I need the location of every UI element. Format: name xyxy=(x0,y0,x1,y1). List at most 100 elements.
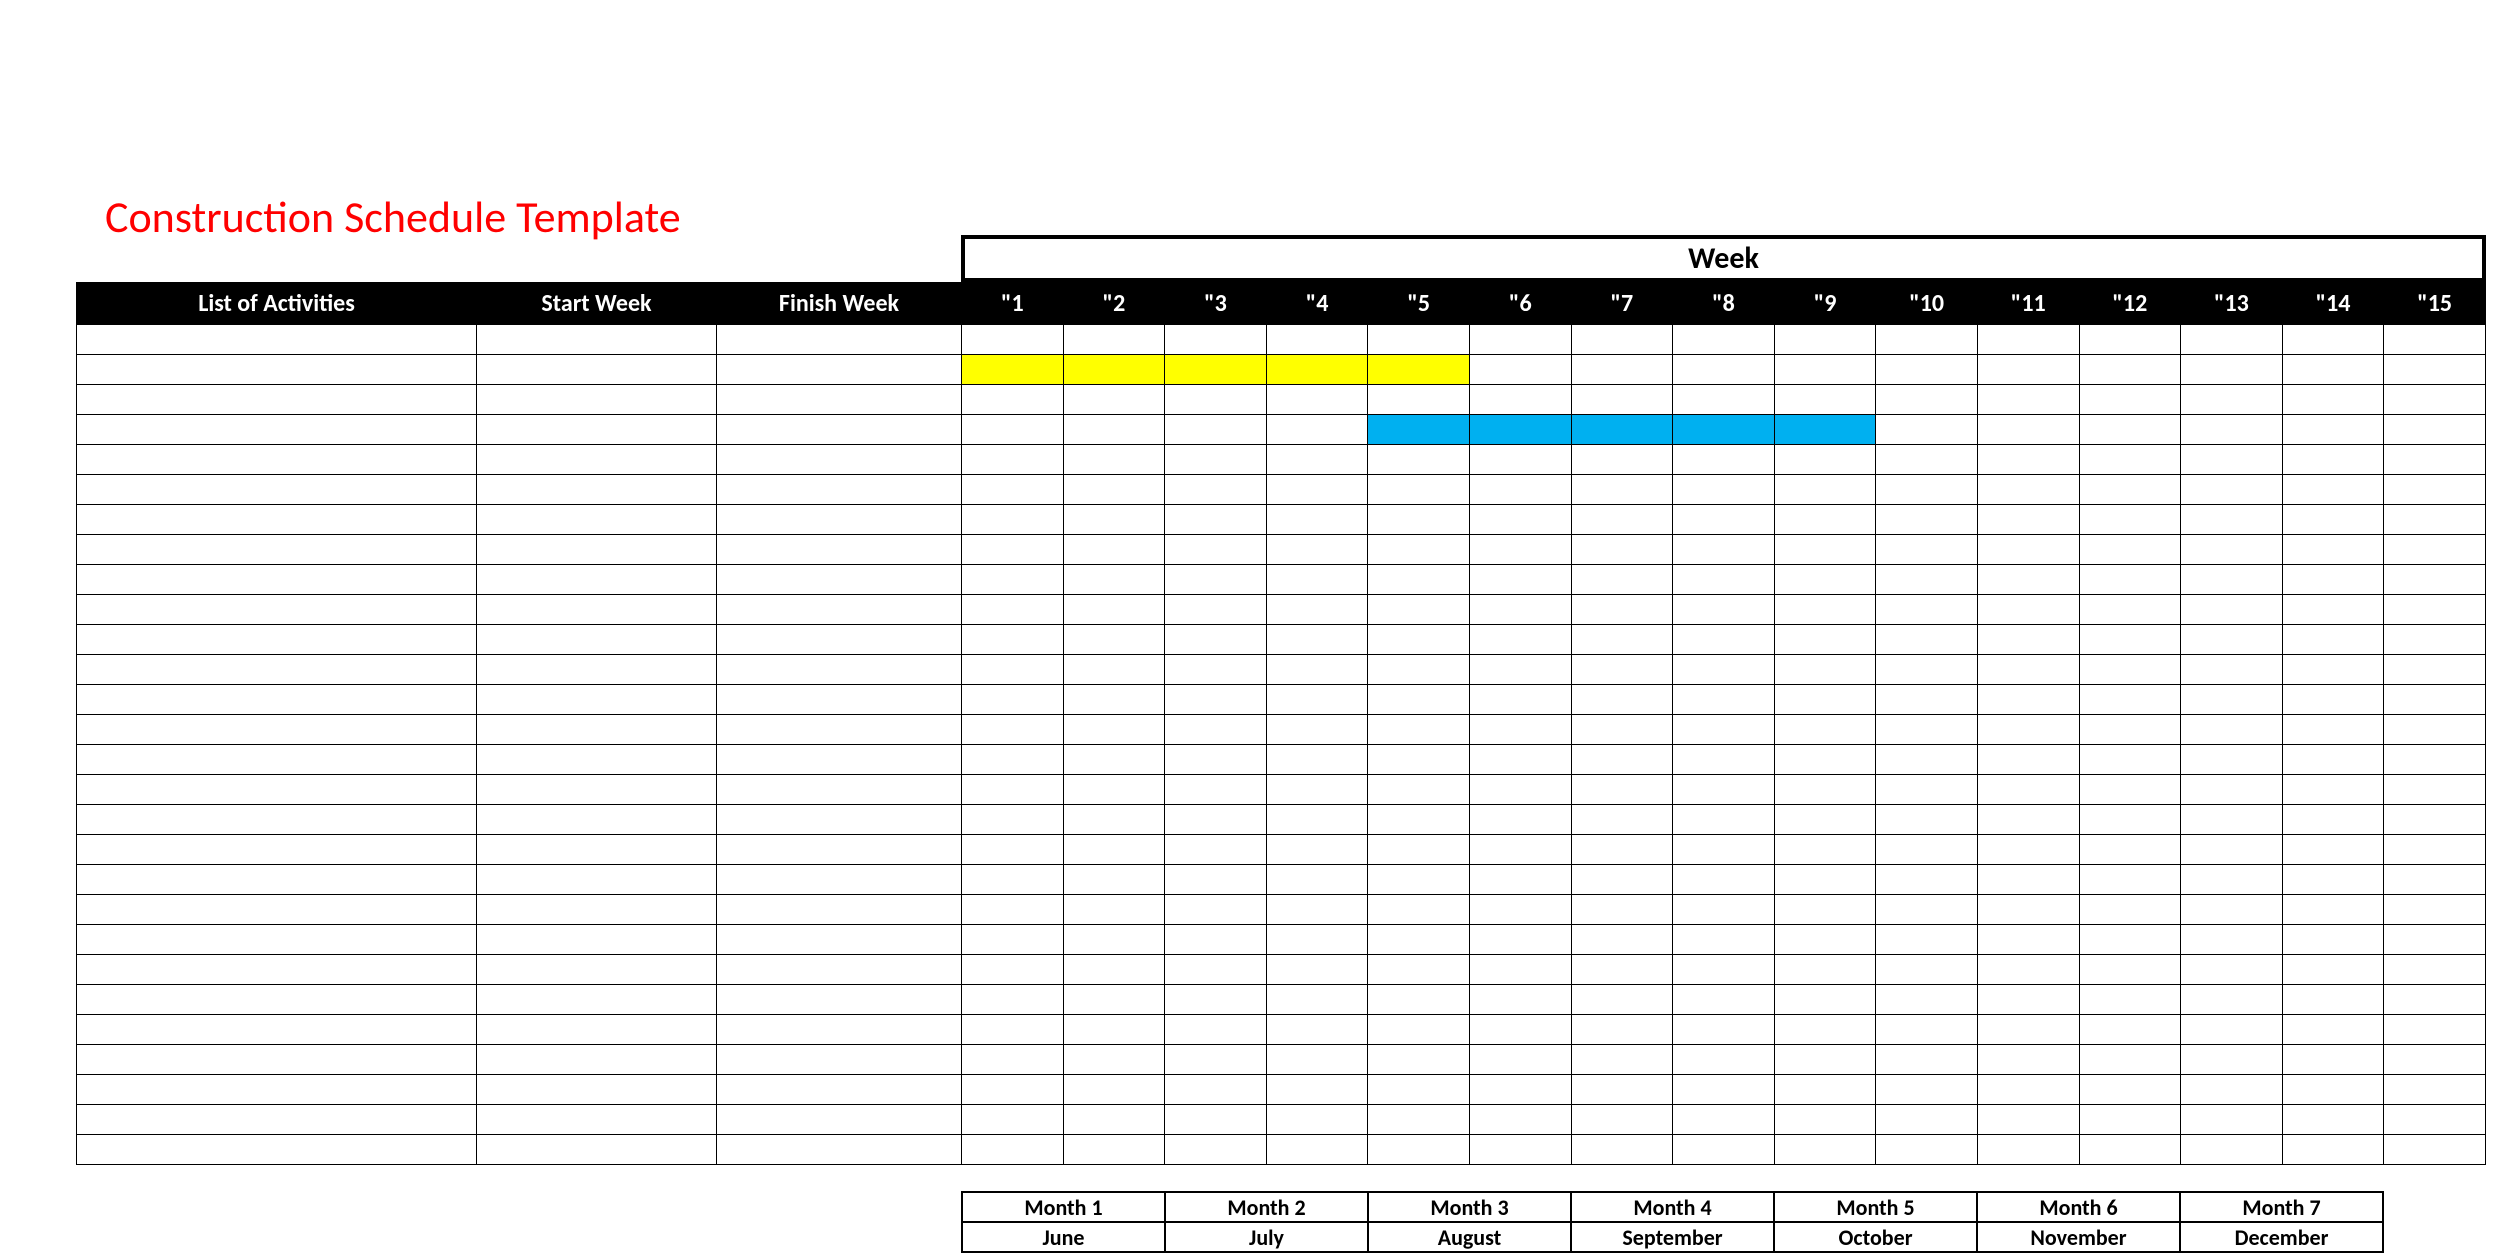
cell-week[interactable] xyxy=(1774,865,1876,895)
cell-week[interactable] xyxy=(2282,1135,2384,1165)
cell-week[interactable] xyxy=(1571,385,1673,415)
cell-week[interactable] xyxy=(1469,895,1571,925)
cell-week[interactable] xyxy=(962,325,1064,355)
cell-week[interactable] xyxy=(2384,715,2486,745)
cell-week[interactable] xyxy=(962,685,1064,715)
cell-week[interactable] xyxy=(2384,445,2486,475)
cell-week[interactable] xyxy=(1063,1015,1165,1045)
cell-finish[interactable] xyxy=(717,1045,962,1075)
cell-week[interactable] xyxy=(1063,865,1165,895)
cell-week[interactable] xyxy=(1165,895,1267,925)
cell-week[interactable] xyxy=(1165,475,1267,505)
cell-week[interactable] xyxy=(1469,655,1571,685)
cell-week[interactable] xyxy=(2181,1045,2283,1075)
cell-activity[interactable] xyxy=(77,1015,477,1045)
cell-week[interactable] xyxy=(1977,475,2079,505)
cell-week[interactable] xyxy=(962,925,1064,955)
cell-activity[interactable] xyxy=(77,775,477,805)
cell-week[interactable] xyxy=(1063,415,1165,445)
cell-week[interactable] xyxy=(1165,415,1267,445)
cell-start[interactable] xyxy=(477,955,717,985)
cell-finish[interactable] xyxy=(717,475,962,505)
cell-week[interactable] xyxy=(1266,415,1368,445)
cell-activity[interactable] xyxy=(77,955,477,985)
cell-week[interactable] xyxy=(1063,325,1165,355)
cell-week[interactable] xyxy=(1673,685,1775,715)
cell-week[interactable] xyxy=(1469,775,1571,805)
cell-week[interactable] xyxy=(1876,1075,1978,1105)
cell-finish[interactable] xyxy=(717,625,962,655)
cell-week[interactable] xyxy=(2181,1135,2283,1165)
cell-week[interactable] xyxy=(1469,685,1571,715)
cell-week[interactable] xyxy=(1063,745,1165,775)
cell-week[interactable] xyxy=(1571,445,1673,475)
cell-week[interactable] xyxy=(1774,775,1876,805)
cell-week[interactable] xyxy=(2282,445,2384,475)
cell-week[interactable] xyxy=(2181,715,2283,745)
cell-week[interactable] xyxy=(1165,445,1267,475)
cell-week[interactable] xyxy=(1876,895,1978,925)
cell-week[interactable] xyxy=(1774,715,1876,745)
cell-week[interactable] xyxy=(1368,685,1470,715)
cell-week[interactable] xyxy=(2384,1015,2486,1045)
cell-week[interactable] xyxy=(1469,475,1571,505)
cell-week[interactable] xyxy=(1876,745,1978,775)
cell-finish[interactable] xyxy=(717,1135,962,1165)
cell-activity[interactable] xyxy=(77,445,477,475)
cell-week[interactable] xyxy=(2079,685,2181,715)
cell-week[interactable] xyxy=(962,1015,1064,1045)
cell-start[interactable] xyxy=(477,805,717,835)
cell-finish[interactable] xyxy=(717,505,962,535)
cell-week[interactable] xyxy=(1977,1015,2079,1045)
cell-week[interactable] xyxy=(2282,625,2384,655)
cell-week[interactable] xyxy=(1774,595,1876,625)
cell-week[interactable] xyxy=(1063,955,1165,985)
cell-week[interactable] xyxy=(1673,475,1775,505)
cell-week[interactable] xyxy=(1673,895,1775,925)
cell-week[interactable] xyxy=(1266,745,1368,775)
cell-week[interactable] xyxy=(1673,1045,1775,1075)
gantt-bar-segment[interactable] xyxy=(1774,415,1876,445)
cell-week[interactable] xyxy=(2079,805,2181,835)
cell-week[interactable] xyxy=(1571,1105,1673,1135)
cell-week[interactable] xyxy=(2079,1135,2181,1165)
cell-week[interactable] xyxy=(1165,595,1267,625)
cell-week[interactable] xyxy=(1165,325,1267,355)
cell-week[interactable] xyxy=(2384,415,2486,445)
cell-week[interactable] xyxy=(1673,535,1775,565)
cell-week[interactable] xyxy=(1266,535,1368,565)
cell-week[interactable] xyxy=(1266,1135,1368,1165)
cell-week[interactable] xyxy=(1266,1045,1368,1075)
cell-week[interactable] xyxy=(1469,535,1571,565)
cell-finish[interactable] xyxy=(717,865,962,895)
cell-start[interactable] xyxy=(477,985,717,1015)
cell-week[interactable] xyxy=(1977,715,2079,745)
cell-week[interactable] xyxy=(1368,745,1470,775)
gantt-bar-segment[interactable] xyxy=(1165,355,1267,385)
cell-week[interactable] xyxy=(1876,805,1978,835)
cell-week[interactable] xyxy=(1673,1105,1775,1135)
cell-week[interactable] xyxy=(1063,685,1165,715)
cell-week[interactable] xyxy=(1266,805,1368,835)
cell-week[interactable] xyxy=(1063,985,1165,1015)
cell-week[interactable] xyxy=(962,715,1064,745)
cell-week[interactable] xyxy=(2282,325,2384,355)
cell-week[interactable] xyxy=(2282,1045,2384,1075)
cell-week[interactable] xyxy=(1774,535,1876,565)
cell-week[interactable] xyxy=(1673,625,1775,655)
cell-week[interactable] xyxy=(1165,865,1267,895)
cell-finish[interactable] xyxy=(717,325,962,355)
cell-week[interactable] xyxy=(1368,625,1470,655)
cell-start[interactable] xyxy=(477,895,717,925)
cell-week[interactable] xyxy=(1571,1015,1673,1045)
cell-week[interactable] xyxy=(1165,535,1267,565)
cell-week[interactable] xyxy=(1774,685,1876,715)
cell-week[interactable] xyxy=(1876,565,1978,595)
cell-week[interactable] xyxy=(2079,595,2181,625)
cell-week[interactable] xyxy=(1165,805,1267,835)
cell-week[interactable] xyxy=(1266,445,1368,475)
cell-week[interactable] xyxy=(962,625,1064,655)
cell-start[interactable] xyxy=(477,1105,717,1135)
cell-week[interactable] xyxy=(2181,655,2283,685)
cell-week[interactable] xyxy=(962,655,1064,685)
